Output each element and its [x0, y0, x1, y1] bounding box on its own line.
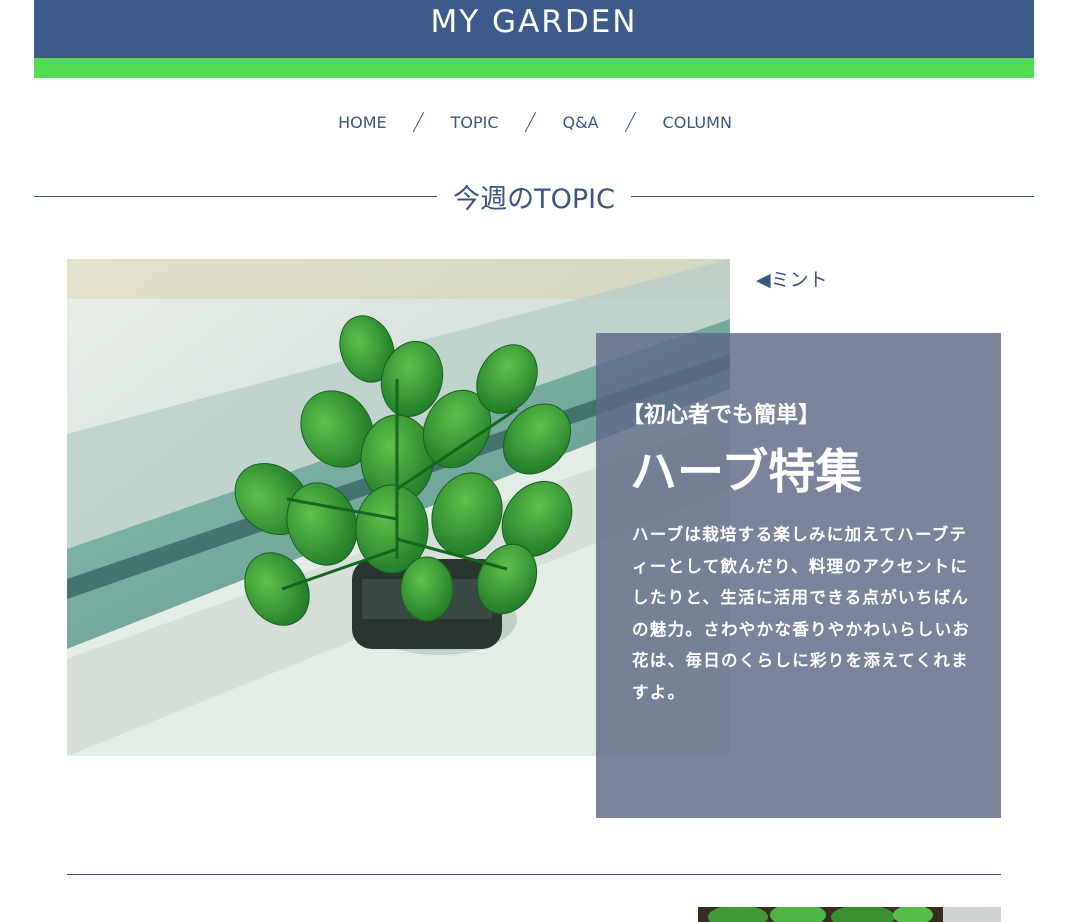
card-subtitle: 【初心者でも簡単】 — [622, 403, 821, 428]
nav-item-topic[interactable]: TOPIC — [451, 113, 499, 132]
photo-caption: ◀ミント — [756, 269, 828, 291]
topic-card: 【初心者でも簡単】 ハーブ特集 ハーブは栽培する楽しみに加えてハーブティーとして… — [596, 333, 1001, 818]
heading-rule-left — [34, 195, 438, 197]
nav-separator — [413, 112, 425, 132]
main-nav: HOME TOPIC Q&A COLUMN — [0, 112, 1070, 132]
next-article-thumbnail[interactable] — [698, 907, 1001, 922]
header-accent-bar — [34, 58, 1034, 78]
heading-rule-right — [630, 195, 1034, 197]
nav-item-home[interactable]: HOME — [338, 113, 387, 132]
nav-item-column[interactable]: COLUMN — [663, 113, 732, 132]
section-heading: 今週のTOPIC — [34, 176, 1034, 216]
nav-separator — [525, 112, 537, 132]
site-title[interactable]: MY GARDEN — [431, 4, 638, 40]
nav-separator — [625, 112, 637, 132]
site-header: MY GARDEN — [34, 0, 1034, 58]
card-body-text: ハーブは栽培する楽しみに加えてハーブティーとして飲んだり、料理のアクセントにした… — [632, 525, 971, 702]
nav-item-qa[interactable]: Q&A — [563, 113, 599, 132]
card-title: ハーブ特集 — [630, 445, 863, 500]
section-divider — [67, 874, 1001, 875]
section-title-text: 今週のTOPIC — [453, 183, 615, 215]
